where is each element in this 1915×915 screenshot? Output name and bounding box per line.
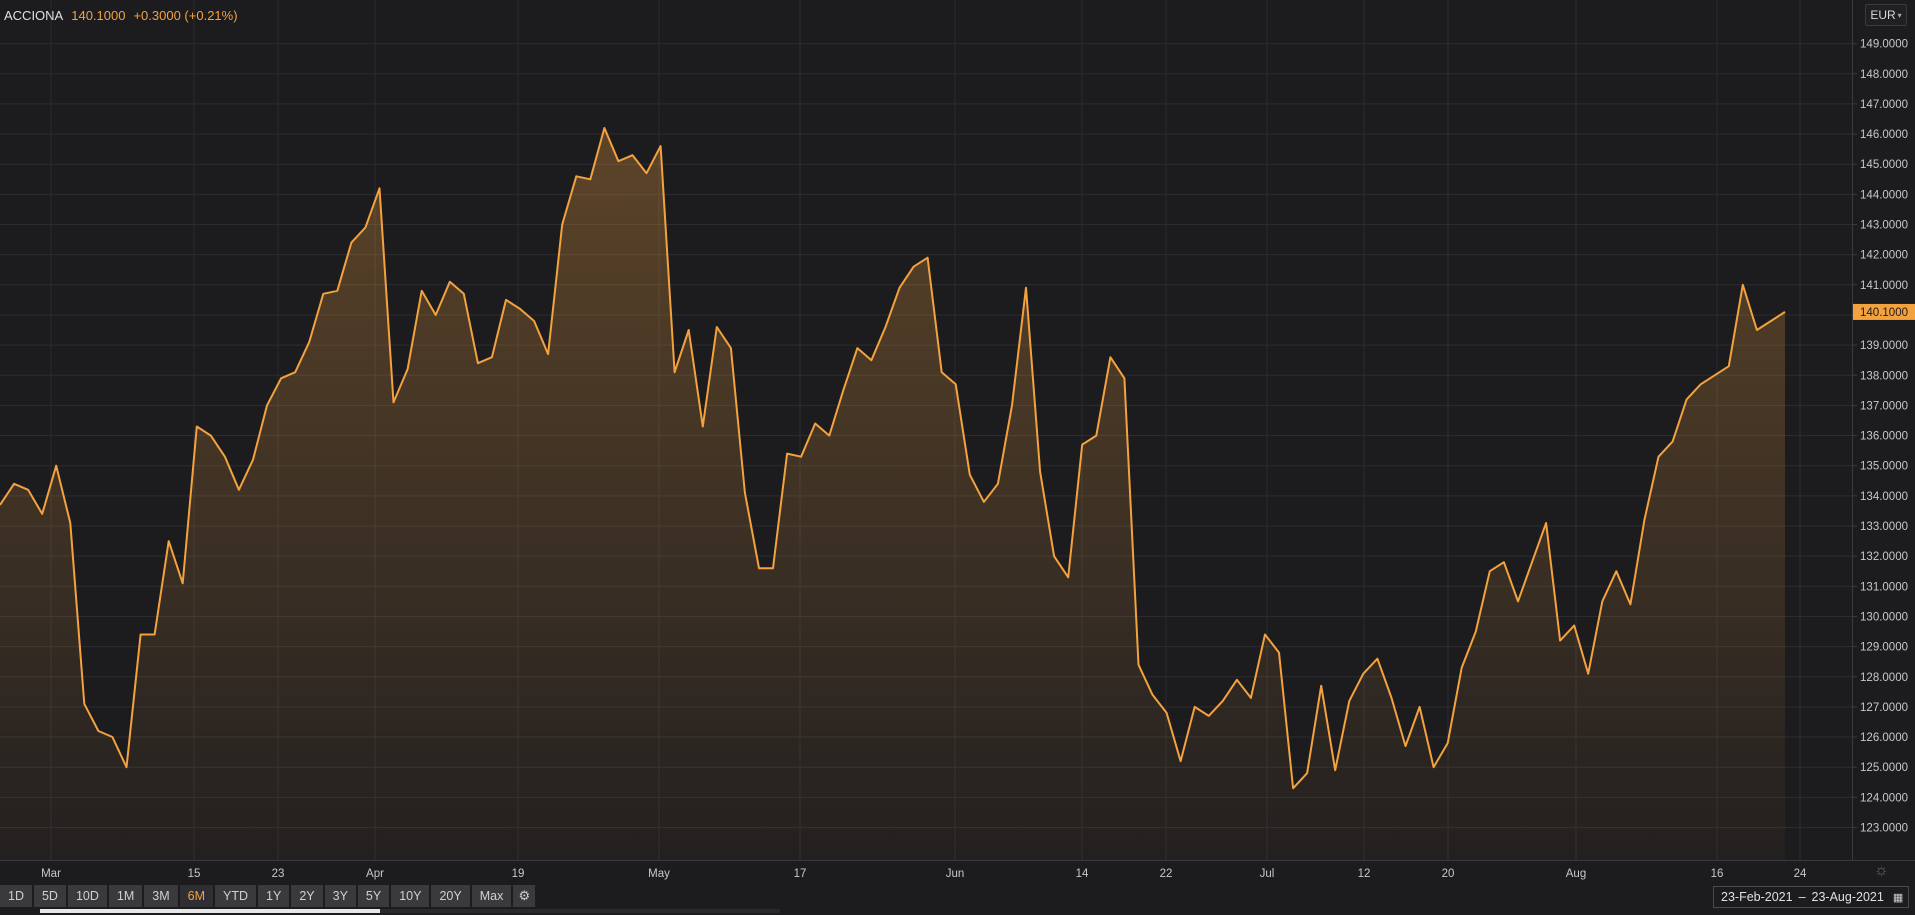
y-tick-label: 135.0000 — [1860, 461, 1908, 473]
y-tick-label: 147.0000 — [1860, 99, 1908, 111]
x-tick-label: 23 — [272, 868, 285, 880]
x-tick-label: 17 — [794, 868, 807, 880]
y-tick-label: 139.0000 — [1860, 340, 1908, 352]
y-tick-label: 128.0000 — [1860, 672, 1908, 684]
range-button-10y[interactable]: 10Y — [391, 885, 430, 907]
currency-label: EUR — [1870, 8, 1896, 22]
scrollbar-thumb[interactable] — [40, 909, 380, 913]
x-tick-label: 15 — [188, 868, 201, 880]
y-tick-label: 123.0000 — [1860, 823, 1908, 835]
date-range-start: 23-Feb-2021 — [1721, 890, 1793, 904]
y-tick-label: 149.0000 — [1860, 39, 1908, 51]
x-tick-label: 24 — [1794, 868, 1807, 880]
x-tick-label: Mar — [41, 868, 61, 880]
x-tick-label: 20 — [1442, 868, 1455, 880]
instrument-symbol: ACCIONA — [4, 8, 64, 23]
y-tick-label: 136.0000 — [1860, 431, 1908, 443]
x-tick-label: Aug — [1566, 868, 1586, 880]
range-button-ytd[interactable]: YTD — [215, 885, 257, 907]
range-button-max[interactable]: Max — [471, 885, 512, 907]
y-tick-label: 127.0000 — [1860, 702, 1908, 714]
calendar-icon: ▦ — [1892, 891, 1904, 904]
y-tick-label: 134.0000 — [1860, 491, 1908, 503]
currency-select[interactable]: EUR ▾ — [1865, 4, 1907, 26]
range-button-2y[interactable]: 2Y — [291, 885, 323, 907]
y-tick-label: 145.0000 — [1860, 159, 1908, 171]
range-button-1y[interactable]: 1Y — [258, 885, 290, 907]
x-tick-label: Apr — [366, 868, 384, 880]
gear-icon[interactable]: ☼ — [1874, 862, 1889, 880]
y-tick-label: 124.0000 — [1860, 792, 1908, 804]
scrollbar-track[interactable] — [40, 909, 780, 913]
price-chart[interactable]: 123.0000 124.0000 125.0000 126.0000 127.0000… — [0, 0, 1915, 915]
x-tick-label: 12 — [1358, 868, 1371, 880]
range-button-3m[interactable]: 3M — [144, 885, 178, 907]
date-range-separator: – — [1798, 890, 1806, 904]
x-tick-label: 16 — [1711, 868, 1724, 880]
chevron-down-icon: ▾ — [1897, 10, 1902, 20]
x-tick-label: Jul — [1260, 868, 1275, 880]
range-button-6m[interactable]: 6M — [179, 885, 214, 907]
last-price: 140.1000 — [71, 8, 126, 23]
last-value-marker: 140.1000 — [1853, 303, 1915, 320]
y-tick-label: 142.0000 — [1860, 250, 1908, 262]
y-tick-label: 126.0000 — [1860, 732, 1908, 744]
price-change: +0.3000 (+0.21%) — [133, 8, 238, 23]
y-tick-label: 129.0000 — [1860, 642, 1908, 654]
x-axis: Mar 15 23 Apr 19 May 17 Jun 14 22 Jul 12 20 Aug 16 24 — [41, 868, 1807, 880]
y-tick-label: 131.0000 — [1860, 581, 1908, 593]
x-tick-label: 22 — [1160, 868, 1173, 880]
y-axis: 123.0000 124.0000 125.0000 126.0000 127.0000… — [1852, 39, 1908, 835]
y-tick-label: 143.0000 — [1860, 220, 1908, 232]
y-tick-label: 133.0000 — [1860, 521, 1908, 533]
y-tick-label: 125.0000 — [1860, 762, 1908, 774]
range-button-3y[interactable]: 3Y — [324, 885, 356, 907]
y-tick-label: 144.0000 — [1860, 189, 1908, 201]
y-tick-label: 148.0000 — [1860, 69, 1908, 81]
x-tick-label: 14 — [1076, 868, 1089, 880]
y-tick-label: 137.0000 — [1860, 400, 1908, 412]
y-tick-label: 141.0000 — [1860, 280, 1908, 292]
gear-icon[interactable]: ⚙ — [513, 885, 536, 907]
range-selector: 1D 5D 10D 1M 3M 6M YTD 1Y 2Y 3Y 5Y 10Y 20Y Max ⚙ — [0, 885, 536, 907]
y-tick-label: 132.0000 — [1860, 551, 1908, 563]
range-button-20y[interactable]: 20Y — [431, 885, 470, 907]
x-tick-label: 19 — [512, 868, 525, 880]
range-button-1m[interactable]: 1M — [108, 885, 143, 907]
range-button-5y[interactable]: 5Y — [357, 885, 390, 907]
y-tick-label: 146.0000 — [1860, 129, 1908, 141]
instrument-header: ACCIONA 140.1000 +0.3000 (+0.21%) — [4, 8, 238, 23]
price-area — [0, 128, 1785, 860]
date-range-end: 23-Aug-2021 — [1811, 890, 1884, 904]
range-button-1d[interactable]: 1D — [0, 885, 32, 907]
range-button-5d[interactable]: 5D — [33, 885, 66, 907]
x-tick-label: Jun — [946, 868, 965, 880]
date-range-picker[interactable]: 23-Feb-2021 – 23-Aug-2021 ▦ — [1713, 886, 1909, 908]
y-tick-label: 130.0000 — [1860, 611, 1908, 623]
x-tick-label: May — [648, 868, 670, 880]
range-button-10d[interactable]: 10D — [67, 885, 107, 907]
y-tick-label: 138.0000 — [1860, 370, 1908, 382]
last-value-label: 140.1000 — [1860, 307, 1908, 319]
